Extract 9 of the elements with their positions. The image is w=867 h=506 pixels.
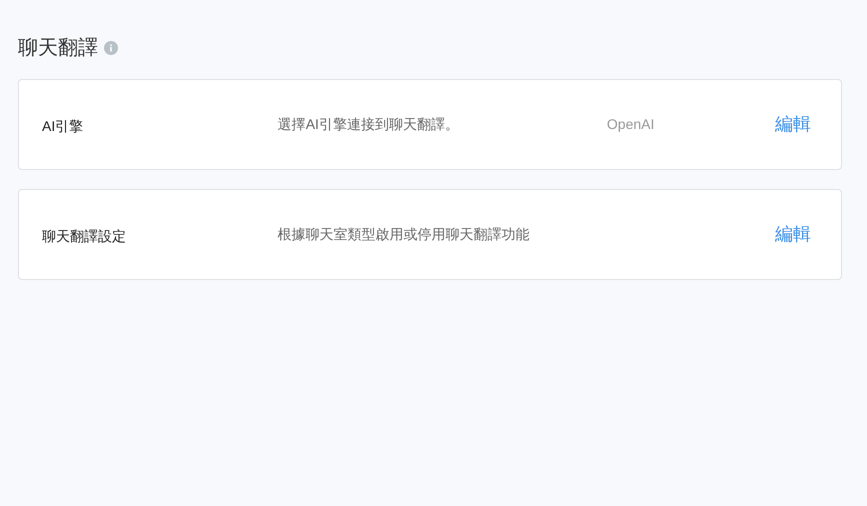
setting-description: 選擇AI引擎連接到聊天翻譯。 [278,115,460,134]
setting-description: 根據聊天室類型啟用或停用聊天翻譯功能 [278,225,531,244]
setting-label: 聊天翻譯設定 [42,227,127,246]
edit-link[interactable]: 編輯 [775,111,811,138]
setting-label: AI引擎 [42,117,84,136]
page-title: 聊天翻譯 [18,36,98,61]
edit-link[interactable]: 編輯 [775,221,811,248]
setting-value: OpenAI [606,116,654,132]
info-icon[interactable] [104,41,118,55]
